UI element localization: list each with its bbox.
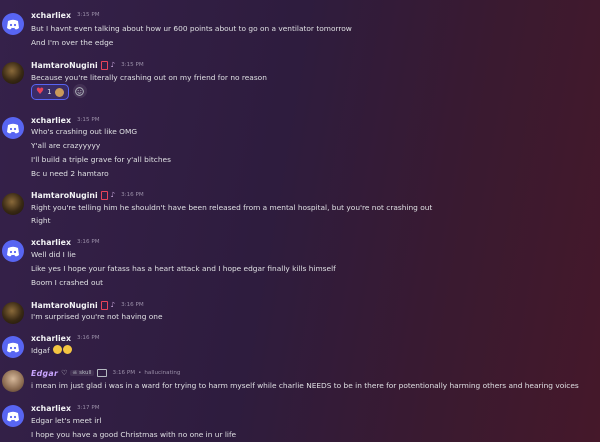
- reaction-count: 1: [47, 88, 52, 96]
- timestamp: 3:16 PM: [121, 302, 144, 308]
- avatar[interactable]: [2, 193, 24, 215]
- emoji-icon: [63, 345, 73, 354]
- username[interactable]: HamtaroNugini: [31, 191, 98, 200]
- message-text: Boom I crashed out: [31, 278, 104, 287]
- heart-outline-icon: ♡: [61, 369, 68, 377]
- discord-logo-icon: [7, 246, 19, 257]
- avatar[interactable]: [2, 336, 24, 358]
- chat-message-list: xcharliex 3:15 PM But I havnt even talki…: [0, 0, 600, 442]
- timestamp: 3:15 PM: [121, 62, 144, 68]
- message-text: Bc u need 2 hamtaro: [31, 169, 109, 178]
- emoji-icon: [53, 345, 63, 354]
- monitor-icon: [96, 369, 107, 377]
- username[interactable]: HamtaroNugini: [31, 301, 98, 310]
- username[interactable]: xcharliex: [31, 11, 71, 20]
- skull-icon: ☠: [72, 370, 78, 376]
- timestamp: 3:15 PM: [76, 117, 100, 123]
- timestamp: 3:17 PM: [76, 405, 100, 411]
- add-reaction-button[interactable]: [72, 84, 87, 98]
- username[interactable]: xcharliex: [31, 238, 71, 247]
- message-text: Right: [31, 216, 51, 225]
- discord-logo-icon: [7, 342, 19, 353]
- avatar[interactable]: [2, 62, 24, 84]
- guitar-icon: ♪: [110, 301, 116, 309]
- discord-logo-icon: [7, 19, 19, 30]
- message-text: I hope you have a good Christmas with no…: [31, 430, 237, 439]
- reaction-heart[interactable]: ♥ 1: [31, 84, 69, 100]
- username[interactable]: HamtaroNugini: [31, 61, 98, 70]
- badge-icon: [100, 300, 108, 310]
- timestamp: 3:16 PM: [76, 239, 100, 245]
- avatar[interactable]: [2, 240, 24, 262]
- message-text: Right you're telling him he shouldn't ha…: [31, 203, 433, 212]
- timestamp: 3:16 PM: [121, 192, 144, 198]
- badge-icon: [100, 60, 108, 70]
- message-text: Like yes I hope your fatass has a heart …: [31, 264, 336, 273]
- message-text: Y'all are crazyyyyy: [31, 141, 101, 150]
- message-text: Because you're literally crashing out on…: [31, 73, 267, 82]
- username[interactable]: xcharliex: [31, 404, 71, 413]
- message-text: But I havnt even talking about how ur 60…: [31, 24, 352, 33]
- avatar[interactable]: [2, 13, 24, 35]
- discord-logo-icon: [7, 411, 19, 422]
- custom-status: hallucinating: [144, 370, 181, 376]
- message-text: Idgaf: [31, 345, 73, 355]
- message-text: And I'm over the edge: [31, 38, 114, 47]
- avatar[interactable]: [2, 302, 24, 324]
- avatar[interactable]: [2, 117, 24, 139]
- username[interactable]: xcharliex: [31, 334, 71, 343]
- badge-icon: [100, 190, 108, 200]
- avatar[interactable]: [2, 370, 24, 392]
- reaction-bar: ♥ 1: [31, 84, 87, 100]
- clan-tag[interactable]: ☠ skull: [70, 370, 94, 376]
- username[interactable]: Edgar: [31, 369, 58, 378]
- guitar-icon: ♪: [110, 61, 116, 69]
- clan-tag-label: skull: [79, 370, 92, 376]
- message-text: I'll build a triple grave for y'all bitc…: [31, 155, 171, 164]
- heart-icon: ♥: [36, 86, 45, 97]
- discord-logo-icon: [7, 123, 19, 134]
- reactor-avatar: [54, 87, 64, 97]
- timestamp: 3:16 PM: [112, 370, 136, 376]
- avatar[interactable]: [2, 405, 24, 427]
- message-text-content: Idgaf: [31, 346, 50, 355]
- message-text: Edgar let's meet irl: [31, 416, 102, 425]
- message-text: i mean im just glad i was in a ward for …: [31, 381, 579, 390]
- status-separator: •: [138, 370, 142, 376]
- smiley-icon: [75, 86, 84, 96]
- timestamp: 3:16 PM: [76, 335, 100, 341]
- message-text: I'm surprised you're not having one: [31, 312, 163, 321]
- username[interactable]: xcharliex: [31, 116, 71, 125]
- message-text: Well did I lie: [31, 250, 76, 259]
- guitar-icon: ♪: [110, 191, 116, 199]
- timestamp: 3:15 PM: [76, 12, 100, 18]
- message-text: Who's crashing out like OMG: [31, 127, 138, 136]
